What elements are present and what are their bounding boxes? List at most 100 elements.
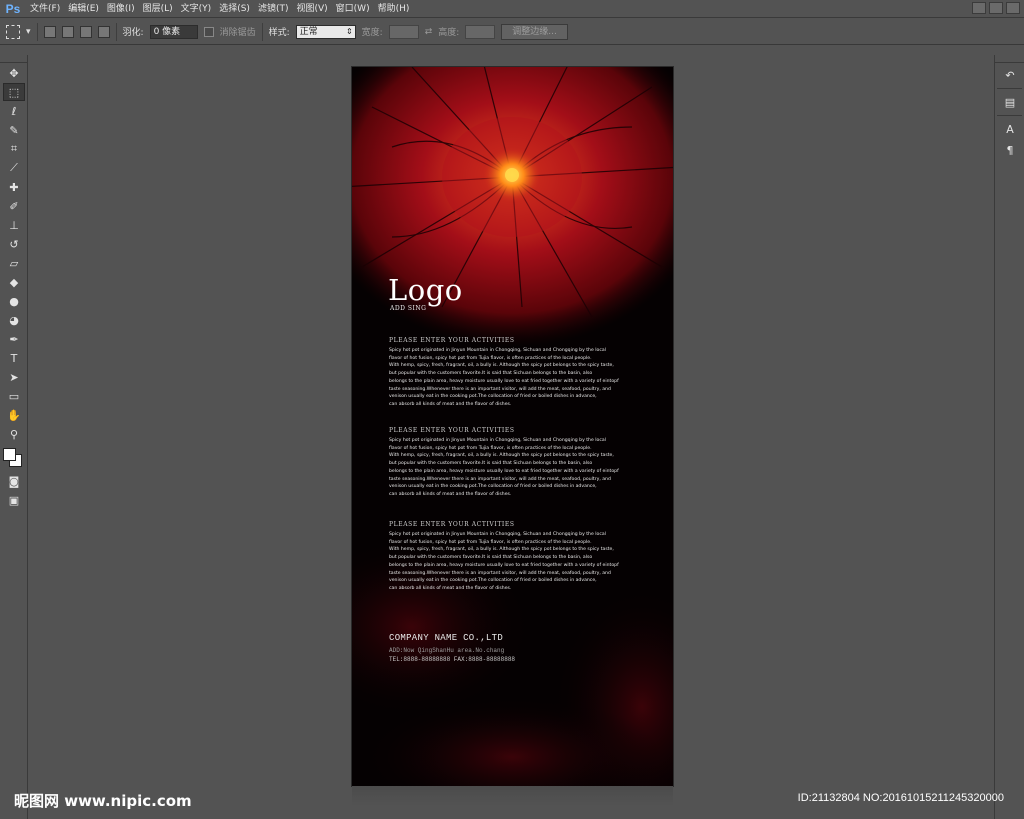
swap-icon[interactable]: ⇄ <box>425 27 433 37</box>
menu-edit[interactable]: 编辑(E) <box>64 0 103 18</box>
healing-icon[interactable]: ✚ <box>3 178 25 196</box>
tool-preset-marquee-icon[interactable] <box>6 24 20 39</box>
body-line: but popular with the customers favorite.… <box>389 461 593 467</box>
width-label: 宽度: <box>361 28 383 38</box>
right-dock: ↶ ▤ A ¶ <box>994 55 1024 819</box>
move-tool-icon[interactable]: ✥ <box>3 64 25 82</box>
divider <box>261 22 263 41</box>
history-brush-icon[interactable]: ↺ <box>3 235 25 253</box>
chevron-down-icon[interactable]: ▾ <box>26 27 31 37</box>
body-line: taste seasoning.Whenever there is an imp… <box>389 386 611 392</box>
height-input[interactable] <box>465 24 496 39</box>
divider <box>997 88 1022 89</box>
crop-icon[interactable]: ⌗ <box>3 140 25 158</box>
canvas-reflection <box>352 786 673 806</box>
eyedropper-icon[interactable]: ⟋ <box>3 159 25 177</box>
body-line: taste seasoning.Whenever there is an imp… <box>389 570 611 576</box>
style-select[interactable]: 正常 <box>295 24 356 39</box>
company-phone: TEL:8888-88888888 FAX:8888-88888888 <box>389 656 516 663</box>
menu-bar: Ps 文件(F) 编辑(E) 图像(I) 图层(L) 文字(Y) 选择(S) 滤… <box>0 0 1024 18</box>
company-name: COMPANY NAME CO.,LTD <box>389 633 504 643</box>
body-line: can absorb all kinds of meat and the fla… <box>389 585 512 591</box>
body-line: venison usually eat in the cooking pot.T… <box>389 484 597 490</box>
body-line: belongs to the plain area, heavy moistur… <box>389 562 619 568</box>
feather-input[interactable]: 0 像素 <box>149 24 198 39</box>
section-3-body: Spicy hot pot originated in Jinyun Mount… <box>389 531 629 593</box>
divider <box>115 22 117 41</box>
hand-icon[interactable]: ✋ <box>3 406 25 424</box>
antialias-label: 消除锯齿 <box>219 28 256 38</box>
body-line: belongs to the plain area, heavy moistur… <box>389 468 619 474</box>
menu-filter[interactable]: 滤镜(T) <box>254 0 293 18</box>
lasso-icon[interactable]: ℓ <box>3 102 25 120</box>
panel-grip[interactable] <box>995 55 1024 63</box>
feather-label: 羽化: <box>122 28 144 38</box>
divider <box>36 22 38 41</box>
company-address: ADD:Now QingShanHu area.No.chang <box>389 647 505 654</box>
watermark-id: ID:21132804 NO:20161015211245320000 <box>797 792 1004 804</box>
menu-file[interactable]: 文件(F) <box>26 0 64 18</box>
paragraph-panel-icon[interactable]: ¶ <box>999 141 1021 159</box>
foreground-color-swatch[interactable] <box>3 448 16 461</box>
screen-mode-icon[interactable]: ▣ <box>3 491 25 509</box>
menu-select[interactable]: 选择(S) <box>215 0 254 18</box>
zoom-icon[interactable]: ⚲ <box>3 425 25 443</box>
body-line: flavor of hot fusion, spicy hot pot from… <box>389 355 592 361</box>
panel-grip[interactable] <box>0 55 27 63</box>
shape-icon[interactable]: ▭ <box>3 387 25 405</box>
eraser-icon[interactable]: ▱ <box>3 254 25 272</box>
body-line: flavor of hot fusion, spicy hot pot from… <box>389 445 592 451</box>
menu-help[interactable]: 帮助(H) <box>374 0 414 18</box>
body-line: but popular with the customers favorite.… <box>389 555 593 561</box>
menu-view[interactable]: 视图(V) <box>292 0 331 18</box>
document-canvas[interactable]: Logo ADD SING PLEASE ENTER YOUR ACTIVITI… <box>352 67 673 786</box>
body-line: can absorb all kinds of meat and the fla… <box>389 491 512 497</box>
body-line: flavor of hot fusion, spicy hot pot from… <box>389 539 592 545</box>
path-select-icon[interactable]: ➤ <box>3 368 25 386</box>
blur-icon[interactable]: ● <box>3 292 25 310</box>
body-line: venison usually eat in the cooking pot.T… <box>389 578 597 584</box>
menu-type[interactable]: 文字(Y) <box>177 0 216 18</box>
pen-icon[interactable]: ✒ <box>3 330 25 348</box>
marquee-icon[interactable]: ⬚ <box>3 83 25 101</box>
quick-mask-icon[interactable]: ◙ <box>3 472 25 490</box>
height-label: 高度: <box>438 28 460 38</box>
properties-panel-icon[interactable]: ▤ <box>999 93 1021 111</box>
quick-select-icon[interactable]: ✎ <box>3 121 25 139</box>
section-2-heading: PLEASE ENTER YOUR ACTIVITIES <box>389 427 515 434</box>
close-button[interactable] <box>1006 2 1020 14</box>
subtract-selection-icon[interactable] <box>79 25 92 38</box>
character-panel-icon[interactable]: A <box>999 120 1021 138</box>
logo-heading: Logo <box>388 273 463 307</box>
section-1-heading: PLEASE ENTER YOUR ACTIVITIES <box>389 337 515 344</box>
add-selection-icon[interactable] <box>61 25 74 38</box>
type-icon[interactable]: T <box>3 349 25 367</box>
menu-layer[interactable]: 图层(L) <box>139 0 177 18</box>
menu-window[interactable]: 窗口(W) <box>332 0 374 18</box>
photoshop-window: Ps 文件(F) 编辑(E) 图像(I) 图层(L) 文字(Y) 选择(S) 滤… <box>0 0 1024 819</box>
history-panel-icon[interactable]: ↶ <box>999 66 1021 84</box>
section-3-heading: PLEASE ENTER YOUR ACTIVITIES <box>389 521 515 528</box>
tools-panel: ✥ ⬚ ℓ ✎ ⌗ ⟋ ✚ ✐ ⊥ ↺ ▱ ◆ ● ◕ ✒ T ➤ ▭ ✋ ⚲ … <box>0 55 28 819</box>
photoshop-logo-icon: Ps <box>5 1 21 16</box>
body-line: With hemp, spicy, fresh, fragrant, oil, … <box>389 547 614 553</box>
window-controls <box>972 2 1020 14</box>
brush-icon[interactable]: ✐ <box>3 197 25 215</box>
minimize-button[interactable] <box>972 2 986 14</box>
dodge-icon[interactable]: ◕ <box>3 311 25 329</box>
width-input[interactable] <box>388 24 419 39</box>
maximize-button[interactable] <box>989 2 1003 14</box>
new-selection-icon[interactable] <box>43 25 56 38</box>
stamp-icon[interactable]: ⊥ <box>3 216 25 234</box>
menu-image[interactable]: 图像(I) <box>103 0 139 18</box>
intersect-selection-icon[interactable] <box>97 25 110 38</box>
antialias-checkbox[interactable] <box>203 26 214 37</box>
paint-bucket-icon[interactable]: ◆ <box>3 273 25 291</box>
section-1-body: Spicy hot pot originated in Jinyun Mount… <box>389 347 629 409</box>
refine-edge-button[interactable]: 调整边缘... <box>501 23 568 40</box>
body-line: Spicy hot pot originated in Jinyun Mount… <box>389 438 606 443</box>
body-line: can absorb all kinds of meat and the fla… <box>389 401 512 407</box>
body-line: venison usually eat in the cooking pot.T… <box>389 394 597 400</box>
body-line: Spicy hot pot originated in Jinyun Mount… <box>389 532 606 537</box>
watermark-site: 昵图网 www.nipic.com <box>14 792 192 810</box>
